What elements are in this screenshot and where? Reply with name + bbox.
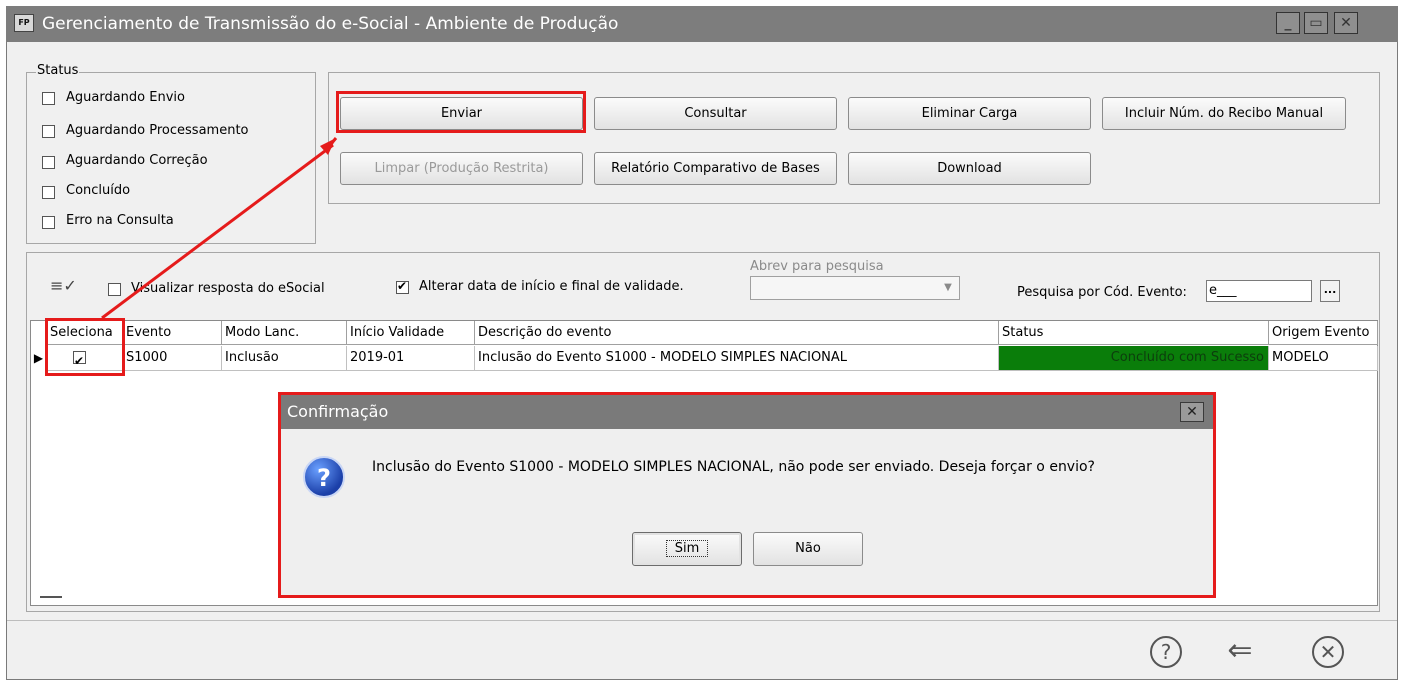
close-circle-icon[interactable]: ✕ [1312, 636, 1344, 668]
sim-button[interactable]: Sim [632, 532, 742, 566]
dialog-close-icon[interactable]: ✕ [1180, 402, 1204, 422]
dialog-title: Confirmação [281, 395, 1213, 429]
bottom-bar [7, 620, 1397, 679]
help-icon[interactable]: ? [1150, 636, 1182, 668]
question-icon: ? [303, 456, 345, 498]
sim-button-label: Sim [665, 540, 709, 557]
back-arrow-icon[interactable]: ⇐ [1220, 634, 1260, 668]
nao-button[interactable]: Não [753, 532, 863, 566]
dialog-message: Inclusão do Evento S1000 - MODELO SIMPLE… [372, 459, 1095, 475]
